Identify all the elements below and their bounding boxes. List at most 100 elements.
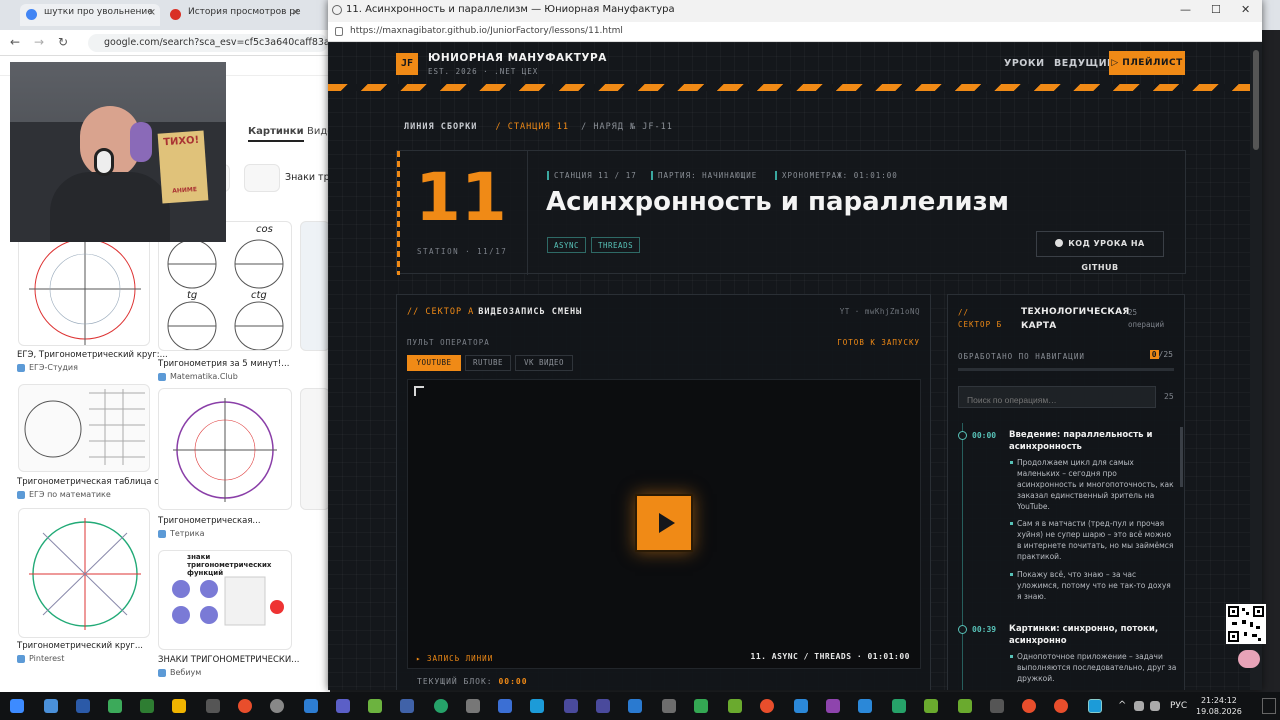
app-icon[interactable] <box>924 699 938 713</box>
folder-icon[interactable] <box>172 699 186 713</box>
maximize-icon[interactable]: ☐ <box>1211 3 1221 16</box>
operation-bullet: Продолжаем цикл для самых маленьких – се… <box>1010 457 1177 512</box>
nav-lessons-link[interactable]: УРОКИ <box>1004 58 1045 69</box>
chrome-icon[interactable] <box>1022 699 1036 713</box>
page-scrollbar[interactable] <box>1250 42 1262 690</box>
result-image[interactable] <box>300 388 330 510</box>
result-caption[interactable]: Тригонометрическая таблица с... <box>17 477 167 487</box>
app-icon[interactable] <box>794 699 808 713</box>
reload-icon[interactable]: ↻ <box>58 35 68 49</box>
network-icon[interactable] <box>1134 701 1144 711</box>
github-button[interactable]: КОД УРОКА НА GITHUB <box>1036 231 1164 272</box>
app-icon[interactable] <box>858 699 872 713</box>
app-icon[interactable] <box>206 699 220 713</box>
app-icon[interactable] <box>958 699 972 713</box>
play-button[interactable] <box>635 494 693 552</box>
app-icon[interactable] <box>694 699 708 713</box>
app-icon[interactable] <box>270 699 284 713</box>
operation-time[interactable]: 00:00 <box>972 431 996 440</box>
app-icon[interactable] <box>434 699 448 713</box>
app-icon[interactable] <box>564 699 578 713</box>
brand-name[interactable]: ЮНИОРНАЯ МАНУФАКТУРА <box>428 52 607 64</box>
tag-threads[interactable]: THREADS <box>591 237 641 253</box>
ready-status: ГОТОВ К ЗАПУСКУ <box>837 338 920 347</box>
chrome-icon[interactable] <box>238 699 252 713</box>
background-address-bar: ← → ↻ google.com/search?sca_esv=cf5c3a64… <box>0 30 330 56</box>
app-icon[interactable] <box>76 699 90 713</box>
taskbar-clock[interactable]: 21:24:12 19.08.2026 <box>1196 695 1242 717</box>
result-caption[interactable]: Тригонометрическая... <box>158 516 261 526</box>
app-icon[interactable] <box>596 699 610 713</box>
background-tab-2[interactable]: История просмотров ре × <box>164 4 304 26</box>
result-caption[interactable]: ЕГЭ, Тригонометрический круг:... <box>17 350 168 360</box>
app-icon[interactable] <box>498 699 512 713</box>
result-image[interactable] <box>18 226 150 346</box>
app-icon[interactable] <box>140 699 154 713</box>
background-url-field[interactable]: google.com/search?sca_esv=cf5c3a640caff8… <box>88 34 328 52</box>
suggestion-pill[interactable]: Знаки три <box>285 172 330 183</box>
result-caption[interactable]: Тригонометрический круг... <box>17 641 143 651</box>
app-icon[interactable] <box>108 699 122 713</box>
app-icon[interactable] <box>530 699 544 713</box>
result-image[interactable] <box>158 388 292 510</box>
result-caption[interactable]: Тригонометрия за 5 минут!... <box>158 359 289 369</box>
map-scrollbar[interactable] <box>1180 427 1183 487</box>
app-icon[interactable] <box>892 699 906 713</box>
app-icon[interactable] <box>990 699 1004 713</box>
tab-images[interactable]: Картинки <box>248 126 304 142</box>
suggestion-thumb[interactable] <box>244 164 280 192</box>
result-image[interactable] <box>18 508 150 638</box>
operation-title[interactable]: Картинки: синхронно, потоки, асинхронно <box>1009 623 1174 647</box>
result-caption[interactable]: ЗНАКИ ТРИГОНОМЕТРИЧЕСКИ... <box>158 655 299 665</box>
tag-async[interactable]: ASYNC <box>547 237 587 253</box>
close-icon[interactable]: ✕ <box>1241 3 1250 16</box>
result-image[interactable] <box>18 384 150 472</box>
operation-title[interactable]: Введение: параллельность и асинхронность <box>1009 429 1174 453</box>
breadcrumb-line[interactable]: ЛИНИЯ СБОРКИ <box>404 122 477 132</box>
scrollbar-thumb[interactable] <box>1253 50 1259 150</box>
app-icon[interactable] <box>728 699 742 713</box>
back-icon[interactable]: ← <box>10 35 20 49</box>
nav-host-link[interactable]: ВЕДУЩИЙ <box>1054 58 1116 69</box>
playlist-button[interactable]: ▷ ПЛЕЙЛИСТ <box>1109 51 1185 75</box>
result-source: ЕГЭ-Студия <box>17 363 78 372</box>
ops-count-label: операций <box>1128 320 1165 329</box>
close-icon[interactable]: × <box>292 7 300 18</box>
tray-icons[interactable]: ^ <box>1118 700 1126 711</box>
app-icon[interactable] <box>336 699 350 713</box>
chrome-icon[interactable] <box>1054 699 1068 713</box>
app-icon[interactable] <box>1088 699 1102 713</box>
minimize-icon[interactable]: — <box>1180 3 1191 16</box>
volume-icon[interactable] <box>1150 701 1160 711</box>
lesson-hero: 11 STATION · 11/17 СТАНЦИЯ 11 / 17 ПАРТИ… <box>396 150 1186 275</box>
result-image[interactable] <box>300 221 330 351</box>
app-icon[interactable] <box>368 699 382 713</box>
operation-time[interactable]: 00:39 <box>972 625 996 634</box>
app-icon[interactable] <box>662 699 676 713</box>
source-youtube-button[interactable]: YOUTUBE <box>407 355 461 371</box>
operations-search-input[interactable] <box>958 386 1156 408</box>
background-tab-1[interactable]: шутки про увольнение × <box>20 4 160 26</box>
language-indicator[interactable]: РУС <box>1170 701 1187 711</box>
app-icon[interactable] <box>466 699 480 713</box>
source-vk-button[interactable]: VK ВИДЕО <box>515 355 573 371</box>
video-player[interactable]: ▸ ЗАПИСЬ ЛИНИИ 11. ASYNC / THREADS · 01:… <box>407 379 921 669</box>
meta-duration: ХРОНОМЕТРАЖ: 01:01:00 <box>775 171 898 180</box>
tab-videos[interactable]: Виде <box>307 126 330 137</box>
notifications-icon[interactable] <box>1262 698 1276 714</box>
result-image[interactable]: знаки тригонометрических функций <box>158 550 292 650</box>
chevron-up-icon[interactable]: ^ <box>1118 700 1126 711</box>
forward-icon[interactable]: → <box>34 35 44 49</box>
chrome-icon[interactable] <box>760 699 774 713</box>
app-icon[interactable] <box>628 699 642 713</box>
close-icon[interactable]: × <box>148 7 156 18</box>
start-icon[interactable] <box>10 699 24 713</box>
figurine <box>130 122 152 162</box>
visual-studio-icon[interactable] <box>826 699 840 713</box>
app-icon[interactable] <box>400 699 414 713</box>
logo-mark[interactable]: JF <box>396 53 418 75</box>
app-icon[interactable] <box>44 699 58 713</box>
app-icon[interactable] <box>304 699 318 713</box>
address-bar[interactable]: https://maxnagibator.github.io/JuniorFac… <box>328 22 1262 42</box>
source-rutube-button[interactable]: RUTUBE <box>465 355 511 371</box>
